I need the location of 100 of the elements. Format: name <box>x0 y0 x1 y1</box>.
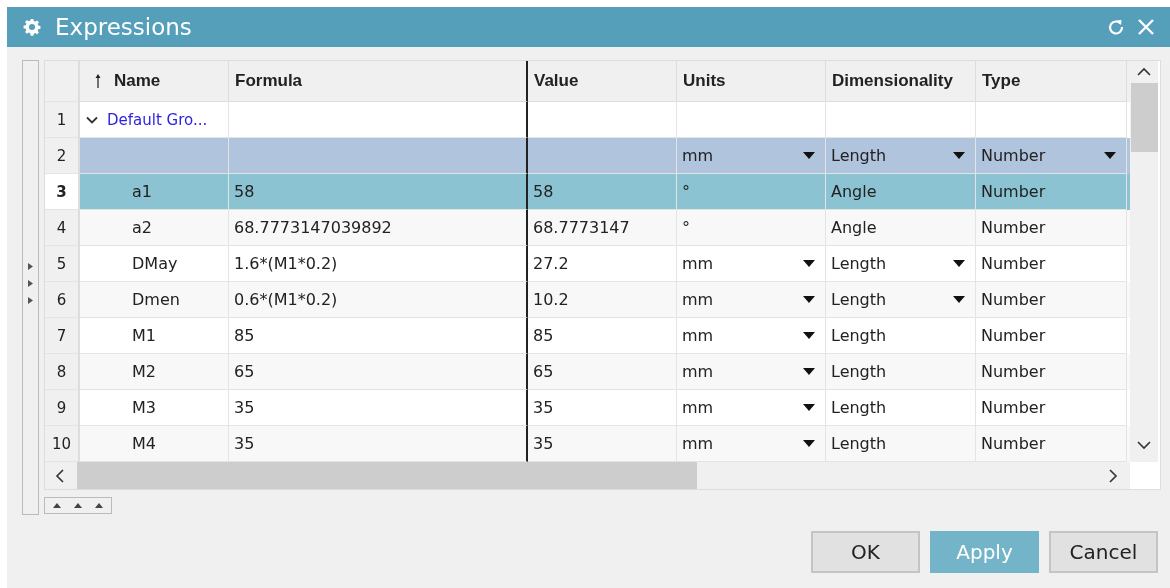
dropdown[interactable]: Length <box>831 246 975 281</box>
table-cell: Angle <box>831 218 877 237</box>
table-cell: 85 <box>533 326 554 345</box>
table-cell: 65 <box>234 362 255 381</box>
table-cell: Number <box>981 326 1046 345</box>
chevron-up-icon[interactable] <box>1137 67 1151 77</box>
table-cell: M1 <box>132 326 156 345</box>
table-cell: 68.7773147 <box>533 218 630 237</box>
table-cell: Number <box>981 218 1046 237</box>
table-cell: M3 <box>132 398 156 417</box>
table-row[interactable]: 5 DMay 1.6*(M1*0.2) 27.2 mm Length Number <box>45 246 1130 282</box>
row-number: 8 <box>45 354 80 390</box>
row-number: 2 <box>45 138 80 174</box>
dialog-button[interactable]: Cancel <box>1049 531 1158 573</box>
caret-icon <box>803 152 815 159</box>
row-number: 1 <box>45 102 80 138</box>
table-row[interactable]: 7 M1 85 85 mm Length Number <box>45 318 1130 354</box>
caret-icon <box>1104 152 1116 159</box>
table-cell: 58 <box>533 182 554 201</box>
dropdown[interactable]: Number <box>981 138 1126 173</box>
chevron-left-icon[interactable] <box>55 468 65 483</box>
triangles-icon[interactable] <box>26 261 35 305</box>
table-cell: Number <box>981 398 1046 417</box>
table-cell: M2 <box>132 362 156 381</box>
table-row[interactable]: 1 Default Gro... <box>45 102 1130 138</box>
row-number: 4 <box>45 210 80 246</box>
dropdown[interactable]: mm <box>682 318 825 353</box>
table-cell: Number <box>981 434 1046 453</box>
horizontal-scrollbar[interactable] <box>45 462 1130 489</box>
dropdown[interactable]: Length <box>831 138 975 173</box>
row-number: 7 <box>45 318 80 354</box>
table-cell: Length <box>831 398 887 417</box>
dropdown[interactable]: mm <box>682 390 825 425</box>
scroll-thumb[interactable] <box>77 462 697 489</box>
table-cell: ° <box>682 182 690 201</box>
table-cell: M4 <box>132 434 156 453</box>
table-cell: 35 <box>234 434 255 453</box>
table-row[interactable]: 10 M4 35 35 mm Length Number <box>45 426 1130 462</box>
table-row[interactable]: 2 mm Length Number <box>45 138 1130 174</box>
row-number: 3 <box>45 174 80 210</box>
row-number: 5 <box>45 246 80 282</box>
table-cell: Number <box>981 254 1046 273</box>
chevron-right-icon[interactable] <box>1108 468 1118 483</box>
caret-icon <box>803 368 815 375</box>
dropdown[interactable]: Length <box>831 282 975 317</box>
table-cell: Number <box>981 182 1046 201</box>
dialog-button[interactable]: OK <box>811 531 920 573</box>
group-name[interactable]: Default Gro... <box>107 110 208 129</box>
table-cell: Number <box>981 290 1046 309</box>
table-cell: 68.7773147039892 <box>234 218 392 237</box>
chevron-down-icon[interactable] <box>1137 440 1151 450</box>
carets-up-icon <box>53 502 103 509</box>
table-cell: 35 <box>533 434 554 453</box>
table-cell: 65 <box>533 362 554 381</box>
caret-icon <box>953 296 965 303</box>
close-icon[interactable] <box>1136 17 1156 37</box>
table-row[interactable]: 6 Dmen 0.6*(M1*0.2) 10.2 mm Length Number <box>45 282 1130 318</box>
caret-icon <box>803 332 815 339</box>
table-cell: 58 <box>234 182 255 201</box>
table-cell: Angle <box>831 182 877 201</box>
caret-icon <box>803 260 815 267</box>
table-cell: DMay <box>132 254 178 273</box>
table-cell: 85 <box>234 326 255 345</box>
dropdown[interactable]: mm <box>682 282 825 317</box>
reset-icon[interactable] <box>1106 17 1126 37</box>
row-number: 6 <box>45 282 80 318</box>
collapse-button[interactable] <box>44 497 112 514</box>
table-cell: 1.6*(M1*0.2) <box>234 254 338 273</box>
gear-icon <box>23 18 41 36</box>
table-cell: a1 <box>132 182 152 201</box>
table-row[interactable]: 4 a2 68.7773147039892 68.7773147 ° Angle Number <box>45 210 1130 246</box>
caret-icon <box>803 404 815 411</box>
table-cell: 35 <box>533 398 554 417</box>
dropdown[interactable]: mm <box>682 354 825 389</box>
dropdown[interactable]: mm <box>682 138 825 173</box>
caret-icon <box>953 260 965 267</box>
table-cell: ° <box>682 218 690 237</box>
dropdown[interactable]: mm <box>682 426 825 461</box>
table-cell: 0.6*(M1*0.2) <box>234 290 338 309</box>
table-cell: 10.2 <box>533 290 569 309</box>
table-cell: Length <box>831 362 887 381</box>
table-row[interactable]: 3 a1 58 58 ° Angle Number <box>45 174 1130 210</box>
vertical-scrollbar[interactable] <box>1130 61 1158 462</box>
window-title: Expressions <box>55 14 192 40</box>
table-cell: 35 <box>234 398 255 417</box>
table-cell: Number <box>981 362 1046 381</box>
caret-icon <box>803 440 815 447</box>
row-number: 10 <box>45 426 80 462</box>
table-cell: Length <box>831 434 887 453</box>
scroll-thumb[interactable] <box>1130 83 1158 152</box>
dropdown[interactable]: mm <box>682 246 825 281</box>
caret-icon <box>953 152 965 159</box>
caret-icon <box>803 296 815 303</box>
table-row[interactable]: 8 M2 65 65 mm Length Number <box>45 354 1130 390</box>
table-cell: Length <box>831 326 887 345</box>
table-cell: a2 <box>132 218 152 237</box>
table-row[interactable]: 9 M3 35 35 mm Length Number <box>45 390 1130 426</box>
table-cell: 27.2 <box>533 254 569 273</box>
row-number: 9 <box>45 390 80 426</box>
table-cell: Dmen <box>132 290 180 309</box>
